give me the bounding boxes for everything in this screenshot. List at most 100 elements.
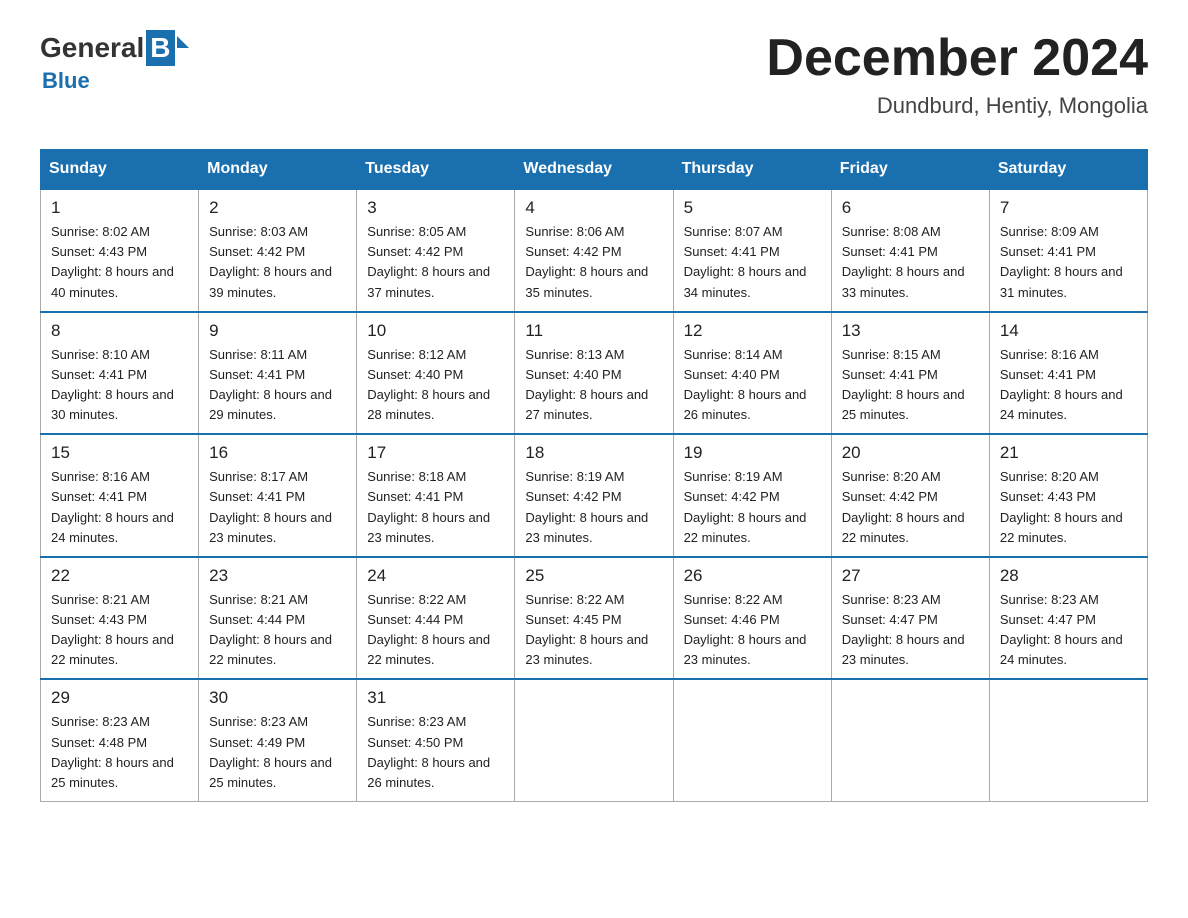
calendar-day-cell: 3 Sunrise: 8:05 AMSunset: 4:42 PMDayligh… [357, 189, 515, 312]
calendar-day-cell: 9 Sunrise: 8:11 AMSunset: 4:41 PMDayligh… [199, 312, 357, 435]
calendar-week-row: 22 Sunrise: 8:21 AMSunset: 4:43 PMDaylig… [41, 557, 1148, 680]
day-number: 2 [209, 198, 346, 218]
day-info: Sunrise: 8:23 AMSunset: 4:47 PMDaylight:… [842, 592, 965, 667]
calendar-day-cell: 1 Sunrise: 8:02 AMSunset: 4:43 PMDayligh… [41, 189, 199, 312]
day-info: Sunrise: 8:03 AMSunset: 4:42 PMDaylight:… [209, 224, 332, 299]
day-info: Sunrise: 8:07 AMSunset: 4:41 PMDaylight:… [684, 224, 807, 299]
logo-subtitle: Blue [42, 68, 189, 94]
day-info: Sunrise: 8:21 AMSunset: 4:44 PMDaylight:… [209, 592, 332, 667]
day-number: 7 [1000, 198, 1137, 218]
day-info: Sunrise: 8:20 AMSunset: 4:42 PMDaylight:… [842, 469, 965, 544]
calendar-week-row: 15 Sunrise: 8:16 AMSunset: 4:41 PMDaylig… [41, 434, 1148, 557]
day-info: Sunrise: 8:02 AMSunset: 4:43 PMDaylight:… [51, 224, 174, 299]
column-header-wednesday: Wednesday [515, 150, 673, 190]
calendar-empty-cell [673, 679, 831, 801]
day-info: Sunrise: 8:23 AMSunset: 4:49 PMDaylight:… [209, 714, 332, 789]
day-info: Sunrise: 8:22 AMSunset: 4:46 PMDaylight:… [684, 592, 807, 667]
day-info: Sunrise: 8:23 AMSunset: 4:50 PMDaylight:… [367, 714, 490, 789]
logo: General B Blue [40, 30, 189, 94]
calendar-day-cell: 18 Sunrise: 8:19 AMSunset: 4:42 PMDaylig… [515, 434, 673, 557]
day-info: Sunrise: 8:16 AMSunset: 4:41 PMDaylight:… [1000, 347, 1123, 422]
calendar-empty-cell [989, 679, 1147, 801]
day-info: Sunrise: 8:10 AMSunset: 4:41 PMDaylight:… [51, 347, 174, 422]
day-number: 5 [684, 198, 821, 218]
calendar-day-cell: 17 Sunrise: 8:18 AMSunset: 4:41 PMDaylig… [357, 434, 515, 557]
day-number: 28 [1000, 566, 1137, 586]
column-header-friday: Friday [831, 150, 989, 190]
title-section: December 2024 Dundburd, Hentiy, Mongolia [766, 30, 1148, 119]
calendar-day-cell: 22 Sunrise: 8:21 AMSunset: 4:43 PMDaylig… [41, 557, 199, 680]
day-number: 24 [367, 566, 504, 586]
day-number: 11 [525, 321, 662, 341]
day-number: 15 [51, 443, 188, 463]
calendar-day-cell: 7 Sunrise: 8:09 AMSunset: 4:41 PMDayligh… [989, 189, 1147, 312]
page-subtitle: Dundburd, Hentiy, Mongolia [766, 93, 1148, 119]
calendar-day-cell: 26 Sunrise: 8:22 AMSunset: 4:46 PMDaylig… [673, 557, 831, 680]
day-number: 26 [684, 566, 821, 586]
day-info: Sunrise: 8:05 AMSunset: 4:42 PMDaylight:… [367, 224, 490, 299]
day-number: 10 [367, 321, 504, 341]
day-number: 27 [842, 566, 979, 586]
calendar-day-cell: 4 Sunrise: 8:06 AMSunset: 4:42 PMDayligh… [515, 189, 673, 312]
calendar-day-cell: 11 Sunrise: 8:13 AMSunset: 4:40 PMDaylig… [515, 312, 673, 435]
calendar-table: SundayMondayTuesdayWednesdayThursdayFrid… [40, 149, 1148, 802]
calendar-day-cell: 15 Sunrise: 8:16 AMSunset: 4:41 PMDaylig… [41, 434, 199, 557]
calendar-day-cell: 16 Sunrise: 8:17 AMSunset: 4:41 PMDaylig… [199, 434, 357, 557]
calendar-empty-cell [515, 679, 673, 801]
day-info: Sunrise: 8:16 AMSunset: 4:41 PMDaylight:… [51, 469, 174, 544]
calendar-day-cell: 27 Sunrise: 8:23 AMSunset: 4:47 PMDaylig… [831, 557, 989, 680]
day-number: 1 [51, 198, 188, 218]
page-header: General B Blue December 2024 Dundburd, H… [40, 30, 1148, 119]
logo-triangle-icon [177, 36, 189, 48]
calendar-day-cell: 8 Sunrise: 8:10 AMSunset: 4:41 PMDayligh… [41, 312, 199, 435]
day-info: Sunrise: 8:21 AMSunset: 4:43 PMDaylight:… [51, 592, 174, 667]
day-number: 25 [525, 566, 662, 586]
day-number: 17 [367, 443, 504, 463]
day-number: 19 [684, 443, 821, 463]
calendar-day-cell: 28 Sunrise: 8:23 AMSunset: 4:47 PMDaylig… [989, 557, 1147, 680]
day-number: 20 [842, 443, 979, 463]
calendar-day-cell: 24 Sunrise: 8:22 AMSunset: 4:44 PMDaylig… [357, 557, 515, 680]
calendar-day-cell: 19 Sunrise: 8:19 AMSunset: 4:42 PMDaylig… [673, 434, 831, 557]
day-number: 21 [1000, 443, 1137, 463]
calendar-header-row: SundayMondayTuesdayWednesdayThursdayFrid… [41, 150, 1148, 190]
column-header-monday: Monday [199, 150, 357, 190]
calendar-day-cell: 2 Sunrise: 8:03 AMSunset: 4:42 PMDayligh… [199, 189, 357, 312]
day-number: 4 [525, 198, 662, 218]
column-header-thursday: Thursday [673, 150, 831, 190]
day-info: Sunrise: 8:23 AMSunset: 4:48 PMDaylight:… [51, 714, 174, 789]
calendar-day-cell: 23 Sunrise: 8:21 AMSunset: 4:44 PMDaylig… [199, 557, 357, 680]
calendar-day-cell: 10 Sunrise: 8:12 AMSunset: 4:40 PMDaylig… [357, 312, 515, 435]
day-number: 30 [209, 688, 346, 708]
column-header-saturday: Saturday [989, 150, 1147, 190]
calendar-empty-cell [831, 679, 989, 801]
logo-blue-text: B [146, 30, 174, 66]
calendar-week-row: 8 Sunrise: 8:10 AMSunset: 4:41 PMDayligh… [41, 312, 1148, 435]
calendar-day-cell: 25 Sunrise: 8:22 AMSunset: 4:45 PMDaylig… [515, 557, 673, 680]
calendar-day-cell: 31 Sunrise: 8:23 AMSunset: 4:50 PMDaylig… [357, 679, 515, 801]
calendar-week-row: 29 Sunrise: 8:23 AMSunset: 4:48 PMDaylig… [41, 679, 1148, 801]
day-info: Sunrise: 8:08 AMSunset: 4:41 PMDaylight:… [842, 224, 965, 299]
day-info: Sunrise: 8:13 AMSunset: 4:40 PMDaylight:… [525, 347, 648, 422]
day-info: Sunrise: 8:11 AMSunset: 4:41 PMDaylight:… [209, 347, 332, 422]
calendar-day-cell: 30 Sunrise: 8:23 AMSunset: 4:49 PMDaylig… [199, 679, 357, 801]
calendar-day-cell: 6 Sunrise: 8:08 AMSunset: 4:41 PMDayligh… [831, 189, 989, 312]
calendar-day-cell: 29 Sunrise: 8:23 AMSunset: 4:48 PMDaylig… [41, 679, 199, 801]
logo-general-text: General [40, 32, 144, 64]
column-header-tuesday: Tuesday [357, 150, 515, 190]
day-info: Sunrise: 8:23 AMSunset: 4:47 PMDaylight:… [1000, 592, 1123, 667]
day-number: 14 [1000, 321, 1137, 341]
day-info: Sunrise: 8:06 AMSunset: 4:42 PMDaylight:… [525, 224, 648, 299]
day-info: Sunrise: 8:19 AMSunset: 4:42 PMDaylight:… [684, 469, 807, 544]
day-info: Sunrise: 8:22 AMSunset: 4:45 PMDaylight:… [525, 592, 648, 667]
calendar-day-cell: 21 Sunrise: 8:20 AMSunset: 4:43 PMDaylig… [989, 434, 1147, 557]
day-info: Sunrise: 8:12 AMSunset: 4:40 PMDaylight:… [367, 347, 490, 422]
day-number: 6 [842, 198, 979, 218]
calendar-day-cell: 14 Sunrise: 8:16 AMSunset: 4:41 PMDaylig… [989, 312, 1147, 435]
calendar-day-cell: 12 Sunrise: 8:14 AMSunset: 4:40 PMDaylig… [673, 312, 831, 435]
day-number: 8 [51, 321, 188, 341]
page-title: December 2024 [766, 30, 1148, 87]
calendar-day-cell: 13 Sunrise: 8:15 AMSunset: 4:41 PMDaylig… [831, 312, 989, 435]
calendar-week-row: 1 Sunrise: 8:02 AMSunset: 4:43 PMDayligh… [41, 189, 1148, 312]
day-number: 18 [525, 443, 662, 463]
